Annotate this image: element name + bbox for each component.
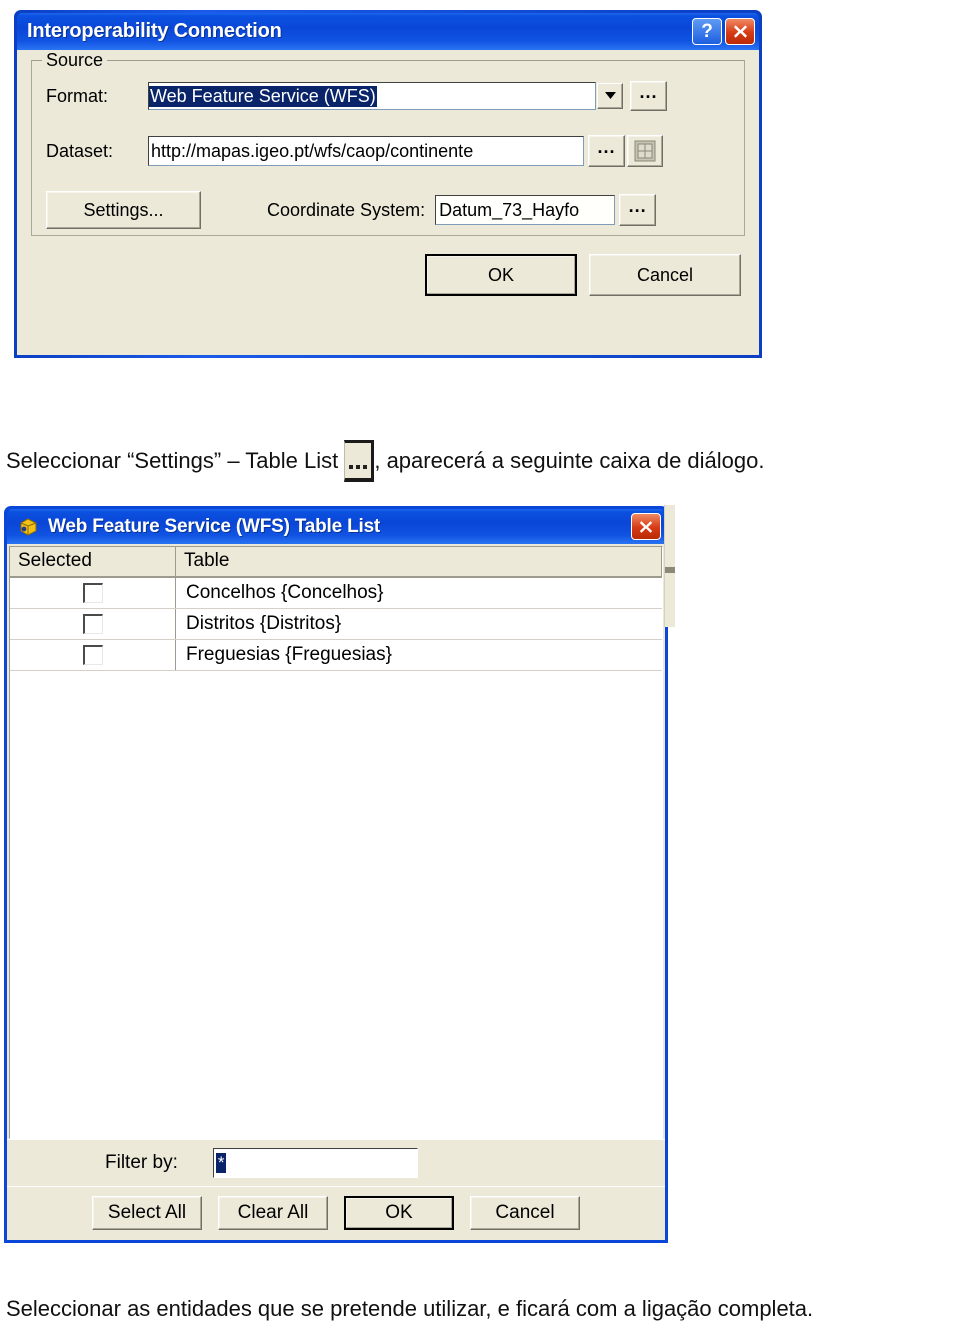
row-table-name: Freguesias {Freguesias} — [186, 644, 392, 665]
format-value: Web Feature Service (WFS) — [149, 85, 377, 107]
format-row: Format: Web Feature Service (WFS) ... — [46, 81, 730, 111]
table-row[interactable]: Distritos {Distritos} — [10, 609, 662, 640]
table-list-action-bar: Select All Clear All OK Cancel — [7, 1186, 665, 1240]
coordinate-system-value: Datum_73_Hayfo — [439, 199, 580, 220]
ellipsis-dots — [349, 465, 354, 469]
help-icon[interactable]: ? — [692, 18, 722, 45]
format-combo[interactable]: Web Feature Service (WFS) — [148, 82, 596, 110]
dialog-title: Web Feature Service (WFS) Table List — [48, 515, 381, 537]
wfs-table-list-dialog: Web Feature Service (WFS) Table List Sel… — [4, 506, 668, 1243]
wfs-app-icon-glyph — [20, 518, 37, 536]
format-browse-button[interactable]: ... — [630, 81, 667, 111]
chevron-down-icon[interactable] — [597, 83, 623, 109]
dialog-action-bar: OK Cancel — [31, 254, 745, 296]
row-selected-cell — [10, 609, 176, 639]
filter-value: * — [215, 1152, 227, 1174]
cancel-button[interactable]: Cancel — [470, 1196, 580, 1230]
close-icon[interactable] — [631, 513, 661, 540]
row-checkbox[interactable] — [82, 583, 103, 603]
source-group: Source Format: Web Feature Service (WFS)… — [31, 50, 745, 236]
filter-bar: Filter by: * — [7, 1139, 665, 1186]
close-icon-glyph — [639, 520, 653, 533]
dialog-title: Interoperability Connection — [27, 20, 282, 42]
wfs-app-icon — [17, 515, 40, 538]
caption-middle: Seleccionar “Settings” – Table List , ap… — [6, 440, 765, 482]
table-row[interactable]: Concelhos {Concelhos} — [10, 578, 662, 609]
close-icon[interactable] — [725, 18, 755, 45]
dataset-browse-button[interactable]: ... — [588, 135, 625, 167]
clipped-scrollbar-fragment[interactable] — [664, 505, 675, 627]
dataset-value: http://mapas.igeo.pt/wfs/caop/continente — [151, 140, 474, 161]
row-checkbox[interactable] — [82, 614, 103, 634]
column-header-table[interactable]: Table — [176, 547, 662, 578]
ellipsis-button-icon — [344, 440, 375, 482]
caption-bottom: Seleccionar as entidades que se pretende… — [6, 1296, 814, 1321]
dataset-row: Dataset: http://mapas.igeo.pt/wfs/caop/c… — [46, 135, 730, 167]
settings-coordsys-row: Settings... Coordinate System: Datum_73_… — [46, 191, 730, 229]
help-icon-glyph: ? — [701, 20, 713, 42]
caption-middle-before: Seleccionar “Settings” – Table List — [6, 448, 339, 473]
scrollbar-thumb[interactable] — [665, 567, 675, 573]
titlebar: Interoperability Connection ? — [17, 13, 759, 50]
column-header-selected[interactable]: Selected — [10, 547, 176, 578]
row-table-name: Distritos {Distritos} — [186, 613, 342, 634]
ok-button[interactable]: OK — [344, 1196, 454, 1230]
table-row[interactable]: Freguesias {Freguesias} — [10, 640, 662, 671]
titlebar: Web Feature Service (WFS) Table List — [7, 509, 665, 544]
cancel-button[interactable]: Cancel — [589, 254, 741, 296]
dataset-label: Dataset: — [46, 140, 114, 161]
table-list-grid[interactable]: Selected Table Concelhos {Concelhos} Dis… — [9, 546, 663, 1139]
interoperability-connection-dialog: Interoperability Connection ? Source For… — [14, 10, 762, 358]
grid-picker-icon-glyph — [634, 140, 656, 162]
settings-button[interactable]: Settings... — [46, 191, 201, 229]
row-checkbox[interactable] — [82, 645, 103, 665]
source-group-legend: Source — [42, 50, 108, 71]
clear-all-button[interactable]: Clear All — [218, 1196, 328, 1230]
grid-picker-icon[interactable] — [627, 135, 663, 167]
format-label: Format: — [46, 85, 109, 106]
chevron-down-icon-glyph — [604, 92, 616, 99]
grid-header-row: Selected Table — [10, 547, 662, 578]
ok-button[interactable]: OK — [425, 254, 577, 296]
row-selected-cell — [10, 640, 176, 670]
close-icon-glyph — [733, 25, 747, 38]
filter-label: Filter by: — [105, 1152, 178, 1173]
dialog-body: Source Format: Web Feature Service (WFS)… — [17, 50, 759, 355]
coordinate-system-label: Coordinate System: — [267, 199, 426, 220]
coordinate-system-browse-button[interactable]: ... — [619, 194, 657, 226]
dataset-input[interactable]: http://mapas.igeo.pt/wfs/caop/continente — [148, 136, 584, 166]
coordinate-system-input[interactable]: Datum_73_Hayfo — [435, 195, 616, 225]
dialog-body: Selected Table Concelhos {Concelhos} Dis… — [7, 544, 665, 1240]
select-all-button[interactable]: Select All — [92, 1196, 202, 1230]
row-selected-cell — [10, 578, 176, 608]
caption-middle-after: , aparecerá a seguinte caixa de diálogo. — [374, 448, 765, 473]
filter-input[interactable]: * — [212, 1148, 418, 1178]
row-table-name: Concelhos {Concelhos} — [186, 582, 384, 603]
